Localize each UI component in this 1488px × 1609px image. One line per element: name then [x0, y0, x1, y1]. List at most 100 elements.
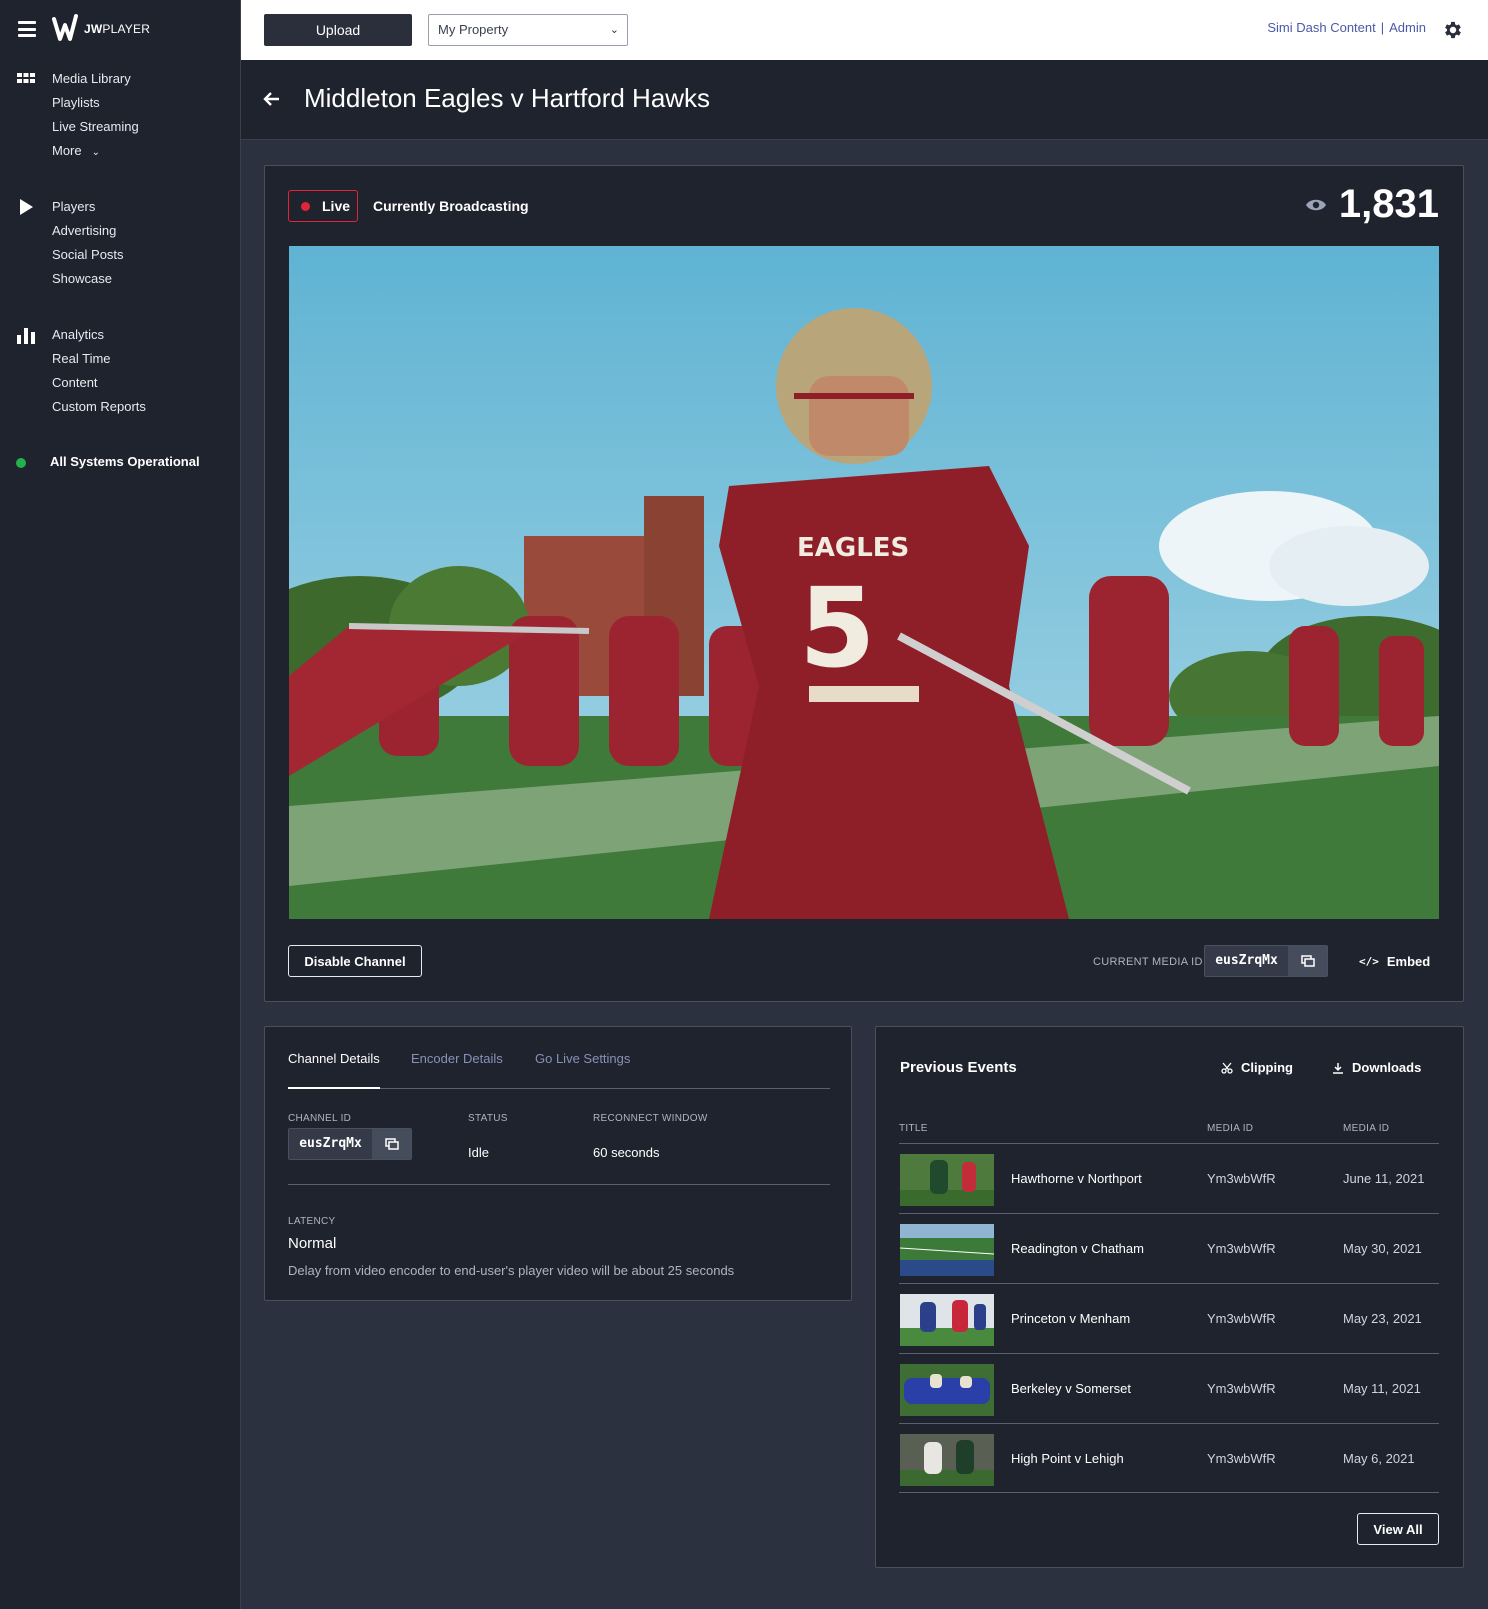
channel-id-value[interactable]: eusZrqMx	[289, 1129, 372, 1159]
event-media-id: Ym3wbWfR	[1207, 1241, 1276, 1256]
sidebar-item-custom-reports[interactable]: Custom Reports	[0, 394, 241, 418]
tab-channel-details[interactable]: Channel Details	[288, 1051, 380, 1089]
svg-text:EAGLES: EAGLES	[797, 533, 909, 563]
reconnect-window-value: 60 seconds	[593, 1145, 660, 1160]
tab-encoder-details[interactable]: Encoder Details	[411, 1051, 503, 1078]
event-date: May 11, 2021	[1343, 1381, 1421, 1396]
system-status[interactable]: All Systems Operational	[0, 452, 241, 472]
sidebar-item-live-streaming[interactable]: Live Streaming	[0, 114, 241, 138]
status-dot-icon	[16, 458, 26, 468]
previous-events-panel: Previous Events Clipping Downloads TITLE…	[875, 1026, 1464, 1568]
channel-id-label: CHANNEL ID	[288, 1113, 352, 1124]
live-badge: Live	[288, 190, 358, 222]
embed-button[interactable]: </> Embed	[1359, 954, 1430, 969]
sidebar-item-showcase[interactable]: Showcase	[0, 266, 241, 290]
event-thumbnail	[900, 1364, 994, 1416]
page-title: Middleton Eagles v Hartford Hawks	[304, 83, 711, 113]
table-row[interactable]: Berkeley v Somerset Ym3wbWfR May 11, 202…	[899, 1353, 1439, 1423]
channel-details-panel: Channel Details Encoder Details Go Live …	[264, 1026, 852, 1301]
property-select[interactable]: My Property ⌄	[428, 14, 628, 46]
status-label: STATUS	[468, 1113, 508, 1124]
sidebar-item-analytics[interactable]: Analytics	[0, 322, 241, 346]
sidebar-item-real-time[interactable]: Real Time	[0, 346, 241, 370]
current-media-id-field: eusZrqMx	[1204, 945, 1328, 977]
latency-description: Delay from video encoder to end-user's p…	[288, 1263, 735, 1278]
column-header-date: MEDIA ID	[1343, 1123, 1390, 1134]
details-tabs: Channel Details Encoder Details Go Live …	[288, 1051, 830, 1089]
sidebar-item-content[interactable]: Content	[0, 370, 241, 394]
top-header: Upload My Property ⌄ Simi Dash Content | A…	[241, 0, 1488, 60]
live-badge-label: Live	[322, 198, 351, 214]
sidebar-item-label: Real Time	[52, 350, 111, 366]
nav-group-media: Media Library Playlists Live Streaming M…	[0, 66, 241, 162]
sidebar-item-media-library[interactable]: Media Library	[0, 66, 241, 90]
live-dot-icon	[301, 201, 310, 211]
clipping-button[interactable]: Clipping	[1221, 1060, 1293, 1075]
sidebar-item-label: Media Library	[52, 70, 131, 86]
event-media-id: Ym3wbWfR	[1207, 1171, 1276, 1186]
sidebar-item-label: Social Posts	[52, 246, 124, 262]
sidebar-item-playlists[interactable]: Playlists	[0, 90, 241, 114]
jwplayer-logo[interactable]: JWPLAYER	[52, 13, 150, 45]
table-row[interactable]: Hawthorne v Northport Ym3wbWfR June 11, …	[899, 1143, 1439, 1213]
sidebar-item-label: More	[52, 142, 82, 158]
latency-label: LATENCY	[288, 1216, 336, 1227]
event-thumbnail	[900, 1224, 994, 1276]
gear-icon[interactable]	[1442, 19, 1464, 41]
account-org: Simi Dash Content	[1267, 20, 1376, 35]
disable-channel-button[interactable]: Disable Channel	[288, 945, 422, 977]
tab-go-live-settings[interactable]: Go Live Settings	[535, 1051, 630, 1078]
current-media-id-value[interactable]: eusZrqMx	[1205, 946, 1288, 976]
event-date: June 11, 2021	[1343, 1171, 1425, 1186]
previous-events-title: Previous Events	[900, 1059, 1017, 1076]
viewer-count: 1,831	[1338, 182, 1439, 226]
latency-value: Normal	[288, 1235, 337, 1252]
table-row[interactable]: High Point v Lehigh Ym3wbWfR May 6, 2021	[899, 1423, 1439, 1493]
events-table: Hawthorne v Northport Ym3wbWfR June 11, …	[899, 1143, 1439, 1493]
copy-media-id-button[interactable]	[1288, 946, 1327, 976]
view-all-button[interactable]: View All	[1357, 1513, 1439, 1545]
back-arrow-icon[interactable]	[263, 90, 281, 108]
event-date: May 6, 2021	[1343, 1451, 1415, 1466]
sidebar: JWPLAYER Media Library Playlists Live St…	[0, 0, 241, 1609]
copy-channel-id-button[interactable]	[372, 1129, 411, 1159]
logo-text-thin: PLAYER	[102, 22, 151, 36]
current-media-id-label: CURRENT MEDIA ID	[1093, 956, 1203, 968]
embed-label: Embed	[1386, 954, 1431, 969]
hamburger-menu-icon[interactable]	[18, 21, 36, 37]
logo-text: JWPLAYER	[84, 22, 150, 36]
sidebar-item-advertising[interactable]: Advertising	[0, 218, 241, 242]
sidebar-item-label: Players	[52, 198, 96, 214]
event-title: Princeton v Menham	[1011, 1311, 1131, 1326]
event-date: May 23, 2021	[1343, 1311, 1422, 1326]
sidebar-item-label: Analytics	[52, 326, 105, 342]
download-icon	[1333, 1062, 1343, 1074]
downloads-button[interactable]: Downloads	[1332, 1060, 1421, 1075]
system-status-label: All Systems Operational	[50, 454, 200, 469]
sidebar-item-more[interactable]: More ⌄	[0, 138, 241, 162]
eye-icon	[1305, 199, 1326, 210]
event-title: Hawthorne v Northport	[1011, 1171, 1142, 1186]
table-row[interactable]: Princeton v Menham Ym3wbWfR May 23, 2021	[899, 1283, 1439, 1353]
event-title: Readington v Chatham	[1011, 1241, 1144, 1256]
event-media-id: Ym3wbWfR	[1207, 1451, 1276, 1466]
code-icon: </>	[1359, 955, 1379, 968]
live-video-player[interactable]: EAGLES 5	[289, 246, 1439, 919]
chevron-down-icon: ⌄	[609, 24, 619, 36]
logo-text-bold: JW	[84, 22, 103, 36]
sidebar-item-social-posts[interactable]: Social Posts	[0, 242, 241, 266]
sidebar-item-label: Showcase	[52, 270, 112, 286]
upload-button[interactable]: Upload	[264, 14, 412, 46]
sidebar-item-label: Playlists	[52, 94, 100, 110]
copy-icon	[1300, 955, 1315, 967]
viewer-counter: 1,831	[1305, 182, 1439, 227]
jwplayer-logo-icon	[52, 14, 78, 41]
column-header-title: TITLE	[899, 1123, 928, 1134]
table-row[interactable]: Readington v Chatham Ym3wbWfR May 30, 20…	[899, 1213, 1439, 1283]
sidebar-item-players[interactable]: Players	[0, 194, 241, 218]
sidebar-item-label: Content	[52, 374, 98, 390]
video-frame-image: EAGLES 5	[289, 246, 1439, 919]
account-info[interactable]: Simi Dash Content | Admin	[1267, 20, 1426, 35]
account-separator: |	[1380, 20, 1385, 35]
property-select-value: My Property	[438, 22, 509, 37]
